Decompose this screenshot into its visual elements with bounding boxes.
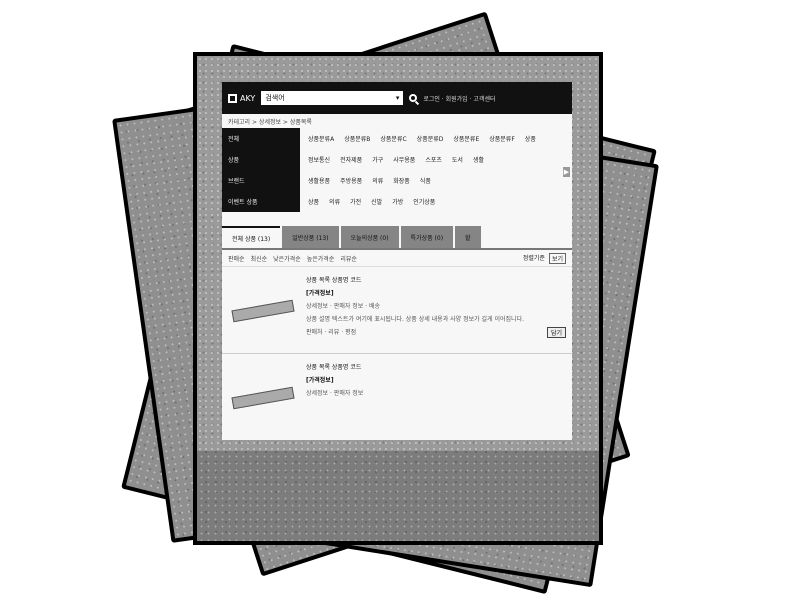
category-panel: 전체 상품 브랜드 이벤트 상품 상품분류A 상품분류B 상품분류C 상품분류D… (222, 128, 572, 212)
sort-option[interactable]: 높은가격순 (307, 254, 335, 263)
add-to-cart-button[interactable]: 담기 (546, 327, 566, 338)
search-value: 검색어 (265, 94, 285, 102)
product-price: [가격정보] (306, 290, 334, 297)
category-link[interactable]: 스포츠 (425, 155, 442, 164)
category-link[interactable]: 사무용품 (393, 155, 415, 164)
category-link[interactable]: 가구 (372, 155, 383, 164)
paper-stack: AKY 검색어 ▾ 로그인 · 회원가입 · 고객센터 카테고리 > 상세정보 … (0, 0, 800, 600)
category-link[interactable]: 도서 (452, 155, 463, 164)
category-link[interactable]: 전자제품 (340, 155, 362, 164)
product-footer: 판매처 · 리뷰 · 평점 담기 (306, 327, 566, 338)
sort-option[interactable]: 최신순 (251, 254, 268, 263)
category-link[interactable]: 상품분류C (380, 134, 406, 143)
logo[interactable]: AKY (228, 93, 256, 103)
category-link[interactable]: 상품 (525, 134, 536, 143)
top-links[interactable]: 로그인 · 회원가입 · 고객센터 (423, 94, 495, 103)
product-image (231, 386, 295, 410)
tab-all-products[interactable]: 전체 상품 (13) (222, 226, 281, 248)
view-toggle[interactable]: 보기 (548, 252, 566, 264)
sort-options: 판매순 최신순 낮은가격순 높은가격순 리뷰순 (228, 254, 357, 263)
category-link[interactable]: 인기상품 (413, 197, 435, 206)
tab-today-products[interactable]: 오늘의상품 (0) (340, 226, 399, 248)
product-thumbnail[interactable] (228, 275, 296, 345)
category-link[interactable]: 상품분류E (453, 134, 479, 143)
category-side-item[interactable]: 이벤트 상품 (228, 197, 300, 206)
product-description: 상품 설명 텍스트가 여기에 표시됩니다. 상품 상세 내용과 사양 정보가 길… (306, 316, 524, 323)
product-thumbnail[interactable] (228, 362, 296, 432)
paper-lower-section (197, 451, 599, 541)
category-link[interactable]: 신발 (371, 197, 382, 206)
category-link[interactable]: 화장품 (393, 176, 410, 185)
category-link[interactable]: 생활 (473, 155, 484, 164)
sort-filter-bar: 판매순 최신순 낮은가격순 높은가격순 리뷰순 정렬기준 보기 (222, 250, 572, 267)
category-links: 상품분류A 상품분류B 상품분류C 상품분류D 상품분류E 상품분류F 상품 정… (300, 128, 572, 212)
sort-option[interactable]: 판매순 (228, 254, 245, 263)
search-icon[interactable] (409, 94, 418, 102)
breadcrumb: 카테고리 > 상세정보 > 상품목록 (228, 118, 312, 126)
category-side-item[interactable]: 전체 (228, 134, 300, 143)
product-tabs: 전체 상품 (13) 일반상품 (13) 오늘의상품 (0) 특가상품 (0) … (222, 226, 572, 250)
tab-special-products[interactable]: 특가상품 (0) (400, 226, 454, 248)
category-side-item[interactable]: 브랜드 (228, 176, 300, 185)
category-link[interactable]: 상품 (308, 197, 319, 206)
category-link[interactable]: 생활용품 (308, 176, 330, 185)
sort-option[interactable]: 낮은가격순 (273, 254, 301, 263)
category-link[interactable]: 정보통신 (308, 155, 330, 164)
view-options: 정렬기준 보기 (523, 252, 566, 264)
category-link[interactable]: 상품분류D (417, 134, 444, 143)
category-link[interactable]: 의류 (329, 197, 340, 206)
product-price: [가격정보] (306, 377, 334, 384)
search-input[interactable]: 검색어 ▾ (261, 91, 404, 105)
chevron-right-icon[interactable]: ▶ (563, 167, 570, 177)
category-row: 상품 의류 가전 신발 가방 인기상품 (308, 197, 572, 206)
product-info: 상품 목록 상품명 코드 [가격정보] 상세정보 · 판매자 정보 · 배송 상… (306, 275, 566, 345)
tab-general-products[interactable]: 일반상품 (13) (282, 226, 339, 248)
product-title[interactable]: 상품 목록 상품명 코드 (306, 362, 566, 371)
category-link[interactable]: 가방 (392, 197, 403, 206)
list-item[interactable]: 상품 목록 상품명 코드 [가격정보] 상세정보 · 판매자 정보 (222, 354, 572, 440)
category-row: 정보통신 전자제품 가구 사무용품 스포츠 도서 생활 (308, 155, 572, 164)
category-link[interactable]: 의류 (372, 176, 383, 185)
category-row: 생활용품 주방용품 의류 화장품 식품 (308, 176, 572, 185)
category-side-item[interactable]: 상품 (228, 155, 300, 164)
category-link[interactable]: 주방용품 (340, 176, 362, 185)
product-info: 상품 목록 상품명 코드 [가격정보] 상세정보 · 판매자 정보 (306, 362, 566, 432)
logo-text: AKY (240, 93, 256, 103)
product-meta: 상세정보 · 판매자 정보 · 배송 (306, 303, 381, 310)
category-sidebar: 전체 상품 브랜드 이벤트 상품 (222, 128, 300, 212)
sort-option[interactable]: 리뷰순 (340, 254, 357, 263)
product-meta: 상세정보 · 판매자 정보 (306, 390, 364, 397)
category-link[interactable]: 식품 (420, 176, 431, 185)
category-row: 상품분류A 상품분류B 상품분류C 상품분류D 상품분류E 상품분류F 상품 (308, 134, 572, 143)
product-image (231, 299, 295, 323)
category-link[interactable]: 상품분류F (489, 134, 515, 143)
tab-discount[interactable]: 할 (455, 226, 481, 248)
sort-label[interactable]: 정렬기준 (523, 253, 545, 264)
category-link[interactable]: 상품분류B (344, 134, 370, 143)
product-title[interactable]: 상품 목록 상품명 코드 (306, 275, 566, 284)
list-item[interactable]: 상품 목록 상품명 코드 [가격정보] 상세정보 · 판매자 정보 · 배송 상… (222, 267, 572, 354)
top-bar: AKY 검색어 ▾ 로그인 · 회원가입 · 고객센터 (222, 82, 572, 114)
chevron-down-icon: ▾ (395, 94, 400, 102)
printed-ui-screenshot: AKY 검색어 ▾ 로그인 · 회원가입 · 고객센터 카테고리 > 상세정보 … (222, 82, 572, 440)
product-footer-text: 판매처 · 리뷰 · 평점 (306, 329, 357, 336)
category-link[interactable]: 가전 (350, 197, 361, 206)
logo-icon (228, 93, 237, 103)
category-link[interactable]: 상품분류A (308, 134, 334, 143)
